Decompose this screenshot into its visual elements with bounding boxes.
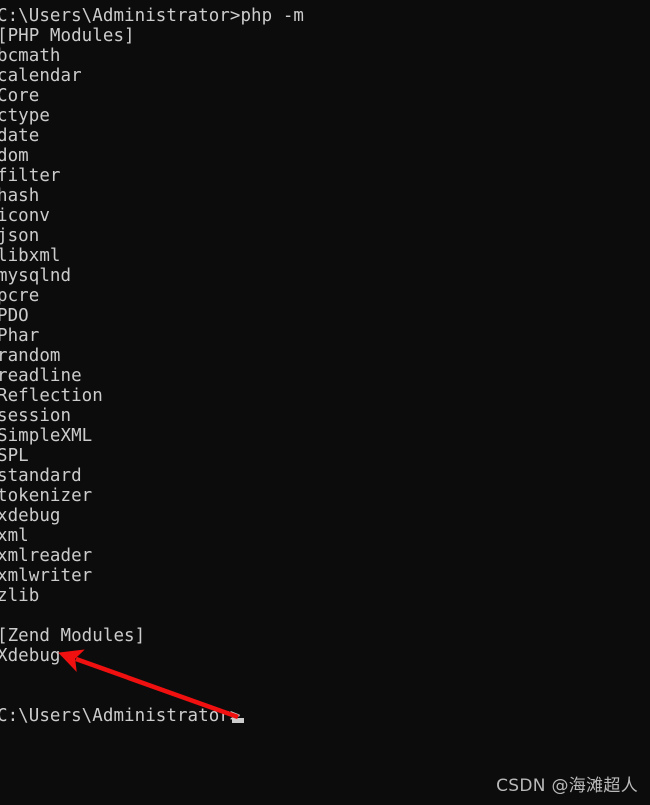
console-line: Phar (0, 326, 40, 346)
console-line: Reflection (0, 386, 103, 406)
console-line: Core (0, 86, 40, 106)
console-line: random (0, 346, 61, 366)
console-line: xmlreader (0, 546, 93, 566)
console-line: xdebug (0, 506, 61, 526)
console-output[interactable]: C:\Users\Administrator>php -m [PHP Module… (0, 6, 650, 726)
console-line: libxml (0, 246, 61, 266)
console-line: tokenizer (0, 486, 93, 506)
console-line: dom (0, 146, 29, 166)
console-line: SPL (0, 446, 29, 466)
console-line: json (0, 226, 40, 246)
console-line: iconv (0, 206, 50, 226)
console-line: hash (0, 186, 40, 206)
console-line: pcre (0, 286, 40, 306)
csdn-watermark: CSDN @海滩超人 (496, 776, 638, 796)
console-line: session (0, 406, 72, 426)
console-line: readline (0, 366, 82, 386)
console-line: calendar (0, 66, 82, 86)
console-line: mysqlnd (0, 266, 72, 286)
terminal-window[interactable]: C:\Users\Administrator>php -m [PHP Module… (0, 0, 650, 805)
console-line: zlib (0, 586, 40, 606)
text-cursor (232, 718, 244, 723)
console-line: date (0, 126, 40, 146)
console-line: [PHP Modules] (0, 26, 135, 46)
console-line: xmlwriter (0, 566, 93, 586)
console-line: PDO (0, 306, 29, 326)
console-line: filter (0, 166, 61, 186)
console-line: [Zend Modules] (0, 626, 146, 646)
console-line: standard (0, 466, 82, 486)
console-line: bcmath (0, 46, 61, 66)
console-line: C:\Users\Administrator>php -m (0, 6, 304, 26)
console-line: ctype (0, 106, 50, 126)
console-line: C:\Users\Administrator> (0, 706, 241, 726)
console-line: Xdebug (0, 646, 61, 666)
console-line: xml (0, 526, 29, 546)
console-line: SimpleXML (0, 426, 93, 446)
